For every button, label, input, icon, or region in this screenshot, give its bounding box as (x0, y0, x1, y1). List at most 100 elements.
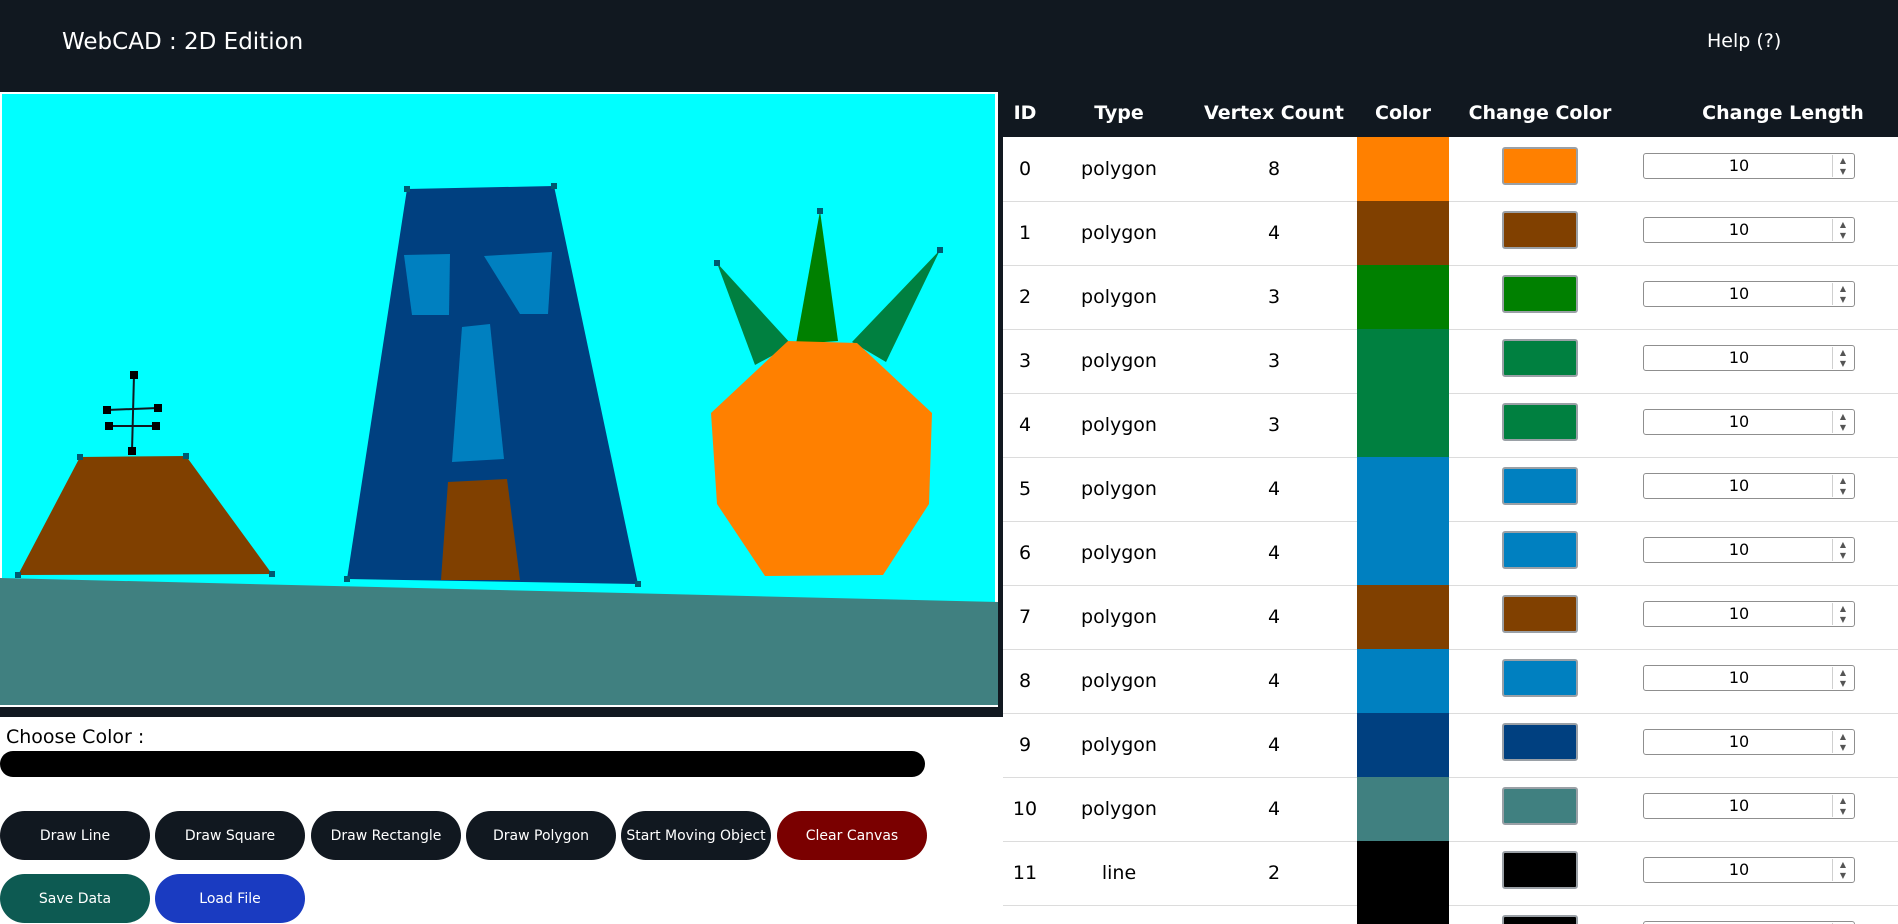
draw-line-button[interactable]: Draw Line (0, 811, 150, 860)
change-color-picker[interactable] (1502, 147, 1578, 185)
spinner-arrows-icon[interactable]: ▲▼ (1832, 347, 1853, 369)
drawing-canvas[interactable] (0, 90, 1003, 717)
row-color-swatch (1357, 265, 1449, 329)
row-id: 1 (1018, 222, 1032, 244)
table-row: 2 polygon 3 10 ▲ ▼ (1003, 265, 1898, 330)
row-id: 6 (1018, 542, 1032, 564)
row-color-swatch (1357, 841, 1449, 905)
row-id: 3 (1018, 350, 1032, 372)
row-color-swatch (1357, 201, 1449, 265)
spinner-arrows-icon[interactable]: ▲▼ (1832, 411, 1853, 433)
spinner-arrows-icon[interactable]: ▲▼ (1832, 219, 1853, 241)
length-value: 10 (1728, 796, 1750, 815)
change-color-picker[interactable] (1502, 595, 1578, 633)
app-title: WebCAD : 2D Edition (62, 29, 304, 55)
draw-square-button[interactable]: Draw Square (155, 811, 305, 860)
header-change-length: Change Length (1702, 102, 1864, 124)
change-color-picker[interactable] (1502, 211, 1578, 249)
row-type: polygon (1081, 158, 1157, 180)
length-value: 10 (1728, 284, 1750, 303)
change-color-picker[interactable] (1502, 851, 1578, 889)
table-row: 5 polygon 4 10 ▲ ▼ (1003, 457, 1898, 522)
header-type: Type (1094, 102, 1144, 124)
change-color-picker[interactable] (1502, 723, 1578, 761)
change-length-input[interactable]: 10 ▲ ▼ (1643, 217, 1855, 243)
row-vertex-count: 4 (1267, 222, 1281, 244)
draw-polygon-button[interactable]: Draw Polygon (466, 811, 616, 860)
clear-canvas-button[interactable]: Clear Canvas (777, 811, 927, 860)
change-length-input[interactable]: 10 ▲ ▼ (1643, 281, 1855, 307)
change-length-input[interactable]: 10 ▲ ▼ (1643, 537, 1855, 563)
row-vertex-count (1191, 905, 1357, 924)
spinner-arrows-icon[interactable]: ▲▼ (1832, 539, 1853, 561)
row-type: polygon (1081, 606, 1157, 628)
change-length-input[interactable]: 10 ▲ ▼ (1643, 857, 1855, 883)
table-row: 11 line 2 10 ▲ ▼ (1003, 841, 1898, 906)
color-picker-input[interactable] (0, 751, 925, 777)
table-row: 4 polygon 3 10 ▲ ▼ (1003, 393, 1898, 458)
row-type: polygon (1081, 542, 1157, 564)
change-length-input[interactable]: 10 ▲ ▼ (1643, 345, 1855, 371)
spinner-arrows-icon[interactable]: ▲▼ (1832, 155, 1853, 177)
change-color-picker[interactable] (1502, 339, 1578, 377)
choose-color-label: Choose Color : (6, 726, 145, 748)
spinner-arrows-icon[interactable]: ▲▼ (1832, 667, 1853, 689)
row-id: 0 (1018, 158, 1032, 180)
change-length-input[interactable]: 10 ▲ ▼ (1643, 153, 1855, 179)
spinner-arrows-icon[interactable]: ▲▼ (1832, 795, 1853, 817)
row-type: polygon (1081, 670, 1157, 692)
row-id: 8 (1018, 670, 1032, 692)
spinner-arrows-icon[interactable]: ▲▼ (1832, 283, 1853, 305)
change-length-input[interactable]: 10 ▲ ▼ (1643, 729, 1855, 755)
start-moving-object-button[interactable]: Start Moving Object (621, 811, 771, 860)
row-vertex-count: 8 (1267, 158, 1281, 180)
row-color-swatch (1357, 521, 1449, 585)
table-row: 0 polygon 8 10 ▲ ▼ (1003, 137, 1898, 202)
save-data-button[interactable]: Save Data (0, 874, 150, 923)
row-color-swatch (1357, 329, 1449, 393)
change-color-picker[interactable] (1502, 531, 1578, 569)
row-id: 10 (1012, 798, 1038, 820)
length-value: 10 (1728, 476, 1750, 495)
load-file-button[interactable]: Load File (155, 874, 305, 923)
change-length-input[interactable]: 10 ▲ ▼ (1643, 665, 1855, 691)
row-vertex-count: 3 (1267, 414, 1281, 436)
row-type (1047, 905, 1191, 924)
help-link[interactable]: Help (?) (1707, 30, 1781, 52)
length-value: 10 (1728, 156, 1750, 175)
change-length-input[interactable]: 10 ▲ ▼ (1643, 793, 1855, 819)
spinner-arrows-icon[interactable]: ▲▼ (1832, 603, 1853, 625)
change-color-picker[interactable] (1502, 467, 1578, 505)
spinner-arrows-icon[interactable]: ▲▼ (1832, 475, 1853, 497)
spinner-arrows-icon[interactable]: ▲▼ (1832, 731, 1853, 753)
change-length-input[interactable]: 10 ▲ ▼ (1643, 409, 1855, 435)
row-color-swatch (1357, 457, 1449, 521)
length-value: 10 (1728, 540, 1750, 559)
row-vertex-count: 3 (1267, 286, 1281, 308)
spinner-arrows-icon[interactable]: ▲▼ (1832, 859, 1853, 881)
row-id (1003, 905, 1047, 924)
row-vertex-count: 2 (1267, 862, 1281, 884)
change-color-picker[interactable] (1502, 403, 1578, 441)
table-header: ID Type Vertex Count Color Change Color … (1003, 90, 1898, 137)
change-color-picker[interactable] (1502, 659, 1578, 697)
row-vertex-count: 4 (1267, 606, 1281, 628)
row-color-swatch (1357, 777, 1449, 841)
row-vertex-count: 4 (1267, 798, 1281, 820)
row-vertex-count: 4 (1267, 734, 1281, 756)
change-length-input[interactable]: 10 ▲ ▼ (1643, 601, 1855, 627)
row-type: polygon (1081, 350, 1157, 372)
change-length-input[interactable]: 10 ▲ ▼ (1643, 473, 1855, 499)
header-change-color: Change Color (1468, 102, 1612, 124)
row-vertex-count: 4 (1267, 478, 1281, 500)
length-value: 10 (1728, 860, 1750, 879)
change-color-picker[interactable] (1502, 787, 1578, 825)
canvas-frame (0, 90, 1003, 717)
table-row: 1 polygon 4 10 ▲ ▼ (1003, 201, 1898, 266)
row-id: 7 (1018, 606, 1032, 628)
draw-rectangle-button[interactable]: Draw Rectangle (311, 811, 461, 860)
change-color-picker[interactable] (1502, 915, 1578, 924)
change-color-picker[interactable] (1502, 275, 1578, 313)
row-id: 11 (1012, 862, 1038, 884)
table-row: 6 polygon 4 10 ▲ ▼ (1003, 521, 1898, 586)
